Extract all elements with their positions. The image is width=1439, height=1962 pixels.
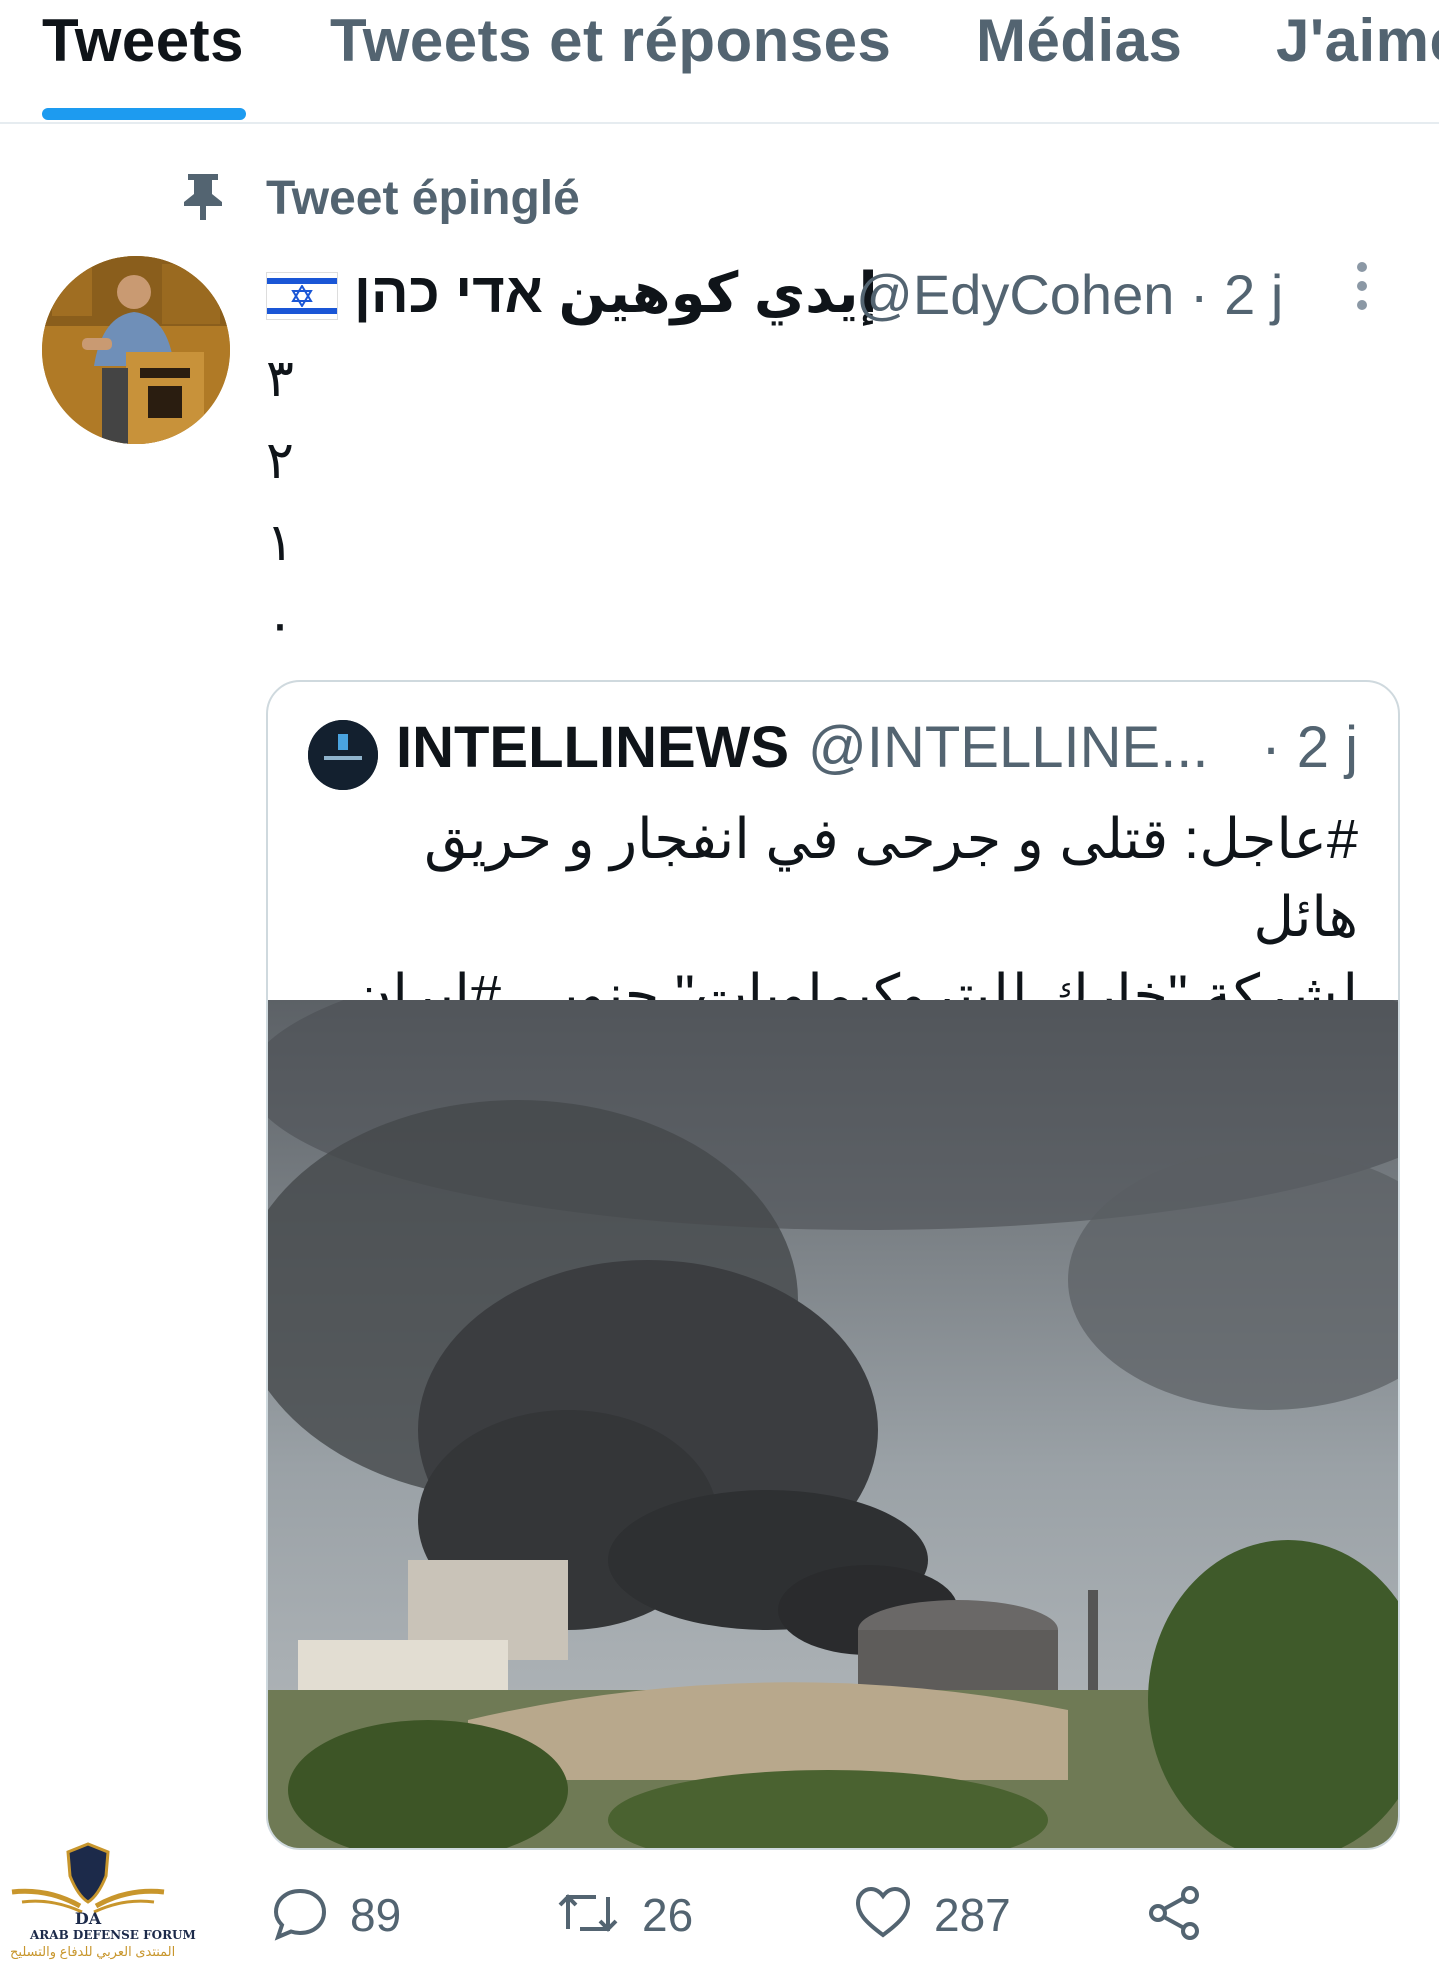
- tweet-header: إيدي كوهين אדי כהן @EdyCohen · 2 j: [266, 260, 1306, 330]
- reply-button[interactable]: 89: [272, 1880, 401, 1950]
- profile-tabs: Tweets Tweets et réponses Médias J'aime: [0, 0, 1439, 124]
- tweet-actions: 89 26 287: [266, 1880, 1406, 1950]
- quoted-tweet-card[interactable]: INTELLINEWS @INTELLINE... · 2 j #عاجل: ق…: [266, 680, 1400, 1850]
- tweet-body: ٣ ٢ ١ ٠: [266, 338, 326, 666]
- reply-icon: [272, 1885, 328, 1946]
- share-button[interactable]: [1146, 1880, 1202, 1950]
- more-options-icon[interactable]: [1352, 262, 1372, 312]
- quoted-author-name: INTELLINEWS: [396, 715, 790, 780]
- tab-tweets-and-replies[interactable]: Tweets et réponses: [330, 6, 891, 75]
- tab-media[interactable]: Médias: [976, 6, 1182, 75]
- quoted-author-avatar: [308, 720, 378, 790]
- retweet-button[interactable]: 26: [556, 1880, 693, 1950]
- tweet-line: ١: [266, 514, 294, 572]
- arab-defense-forum-watermark: DA ARAB DEFENSE FORUM المنتدى العربي للد…: [8, 1836, 196, 1962]
- pin-icon: [180, 170, 226, 227]
- tweet-line: ٣: [266, 350, 294, 408]
- like-count: 287: [934, 1889, 1011, 1941]
- quoted-text-line: #عاجل: قتلى و جرحى في انفجار و حريق هائل: [424, 807, 1358, 948]
- retweet-icon: [556, 1885, 620, 1946]
- active-tab-indicator: [42, 108, 246, 120]
- heart-icon: [854, 1885, 912, 1946]
- pinned-label-text: Tweet épinglé: [266, 171, 580, 225]
- author-name[interactable]: إيدي كوهين אדי כהן: [354, 260, 878, 326]
- author-avatar[interactable]: [42, 256, 230, 444]
- like-button[interactable]: 287: [854, 1880, 1011, 1950]
- pinned-tweet-label: Tweet épinglé: [180, 168, 580, 228]
- tab-tweets[interactable]: Tweets: [42, 6, 244, 75]
- quoted-tweet-photo[interactable]: [268, 1000, 1398, 1848]
- quoted-tweet-time: · 2 j: [1261, 715, 1358, 780]
- tweet-line: ٢: [266, 432, 294, 490]
- retweet-count: 26: [642, 1889, 694, 1941]
- author-handle-and-time[interactable]: @EdyCohen · 2 j: [856, 262, 1283, 327]
- tweet-line: ٠: [266, 596, 294, 654]
- svg-text:DA: DA: [75, 1909, 102, 1928]
- share-icon: [1146, 1885, 1202, 1946]
- tab-likes[interactable]: J'aime: [1276, 6, 1439, 75]
- israel-flag-icon: [266, 272, 338, 320]
- quoted-author-handle: @INTELLINE...: [808, 715, 1209, 780]
- quoted-tweet-text: #عاجل: قتلى و جرحى في انفجار و حريق هائل…: [308, 800, 1358, 1034]
- watermark-line: المنتدى العربي للدفاع والتسليح: [10, 1944, 176, 1959]
- reply-count: 89: [350, 1889, 402, 1941]
- forum-logo-icon: DA: [11, 1842, 165, 1928]
- watermark-line: ARAB DEFENSE FORUM: [30, 1928, 196, 1942]
